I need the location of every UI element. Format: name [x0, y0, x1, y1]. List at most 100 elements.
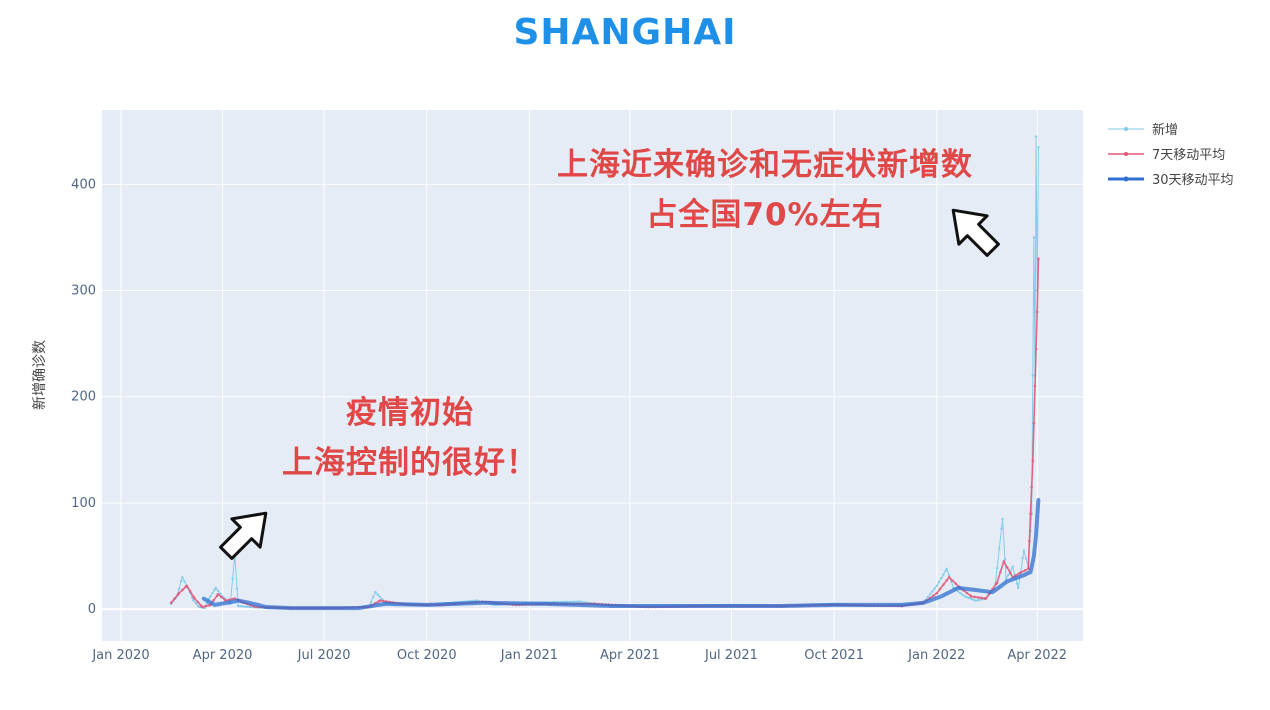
x-tick-label: Jan 2022	[907, 648, 965, 663]
series-point-0	[237, 604, 240, 608]
series-point-2	[811, 603, 815, 608]
y-tick-label: 300	[71, 284, 96, 299]
series-point-2	[574, 603, 579, 607]
legend-item-7day[interactable]: 7天移动平均	[1108, 141, 1234, 166]
series-point-1	[204, 604, 208, 608]
series-point-1	[177, 591, 181, 595]
series-point-2	[900, 603, 904, 607]
series-point-0	[942, 573, 945, 576]
x-tick-label: Jan 2020	[91, 648, 149, 663]
series-point-2	[806, 603, 811, 608]
series-point-0	[1031, 374, 1035, 377]
series-point-2	[538, 602, 543, 606]
series-point-2	[689, 604, 694, 608]
series-point-2	[273, 605, 277, 610]
annotation-top-right-line1: 上海近来确诊和无症状新增数	[557, 147, 973, 183]
series-point-1	[999, 570, 1002, 574]
series-point-1	[976, 596, 980, 599]
series-point-2	[256, 603, 261, 607]
series-point-2	[658, 604, 662, 608]
series-point-1	[188, 589, 192, 593]
series-point-1	[1002, 560, 1006, 563]
series-point-0	[209, 595, 212, 598]
series-point-2	[700, 604, 705, 608]
series-point-0	[976, 599, 980, 602]
series-point-2	[649, 604, 653, 608]
series-point-1	[951, 579, 954, 582]
series-point-0	[1022, 549, 1025, 552]
series-point-2	[433, 602, 438, 607]
series-point-2	[406, 602, 410, 607]
series-point-2	[288, 606, 293, 610]
series-point-2	[859, 603, 863, 607]
series-point-2	[890, 603, 894, 607]
series-point-0	[1021, 557, 1024, 560]
series-point-2	[311, 606, 315, 610]
series-point-2	[503, 601, 507, 605]
series-point-2	[260, 604, 265, 608]
series-point-2	[793, 603, 797, 608]
series-point-2	[815, 603, 820, 607]
series-point-2	[425, 603, 429, 607]
series-point-2	[935, 596, 939, 600]
series-point-1	[965, 591, 969, 595]
series-point-1	[220, 595, 223, 599]
legend-item-30day[interactable]: 30天移动平均	[1108, 166, 1234, 191]
series-point-2	[987, 589, 992, 594]
series-point-1	[201, 605, 204, 609]
series-point-1	[1033, 384, 1037, 388]
series-point-2	[863, 603, 868, 607]
series-point-1	[938, 587, 942, 591]
series-point-1	[1005, 566, 1009, 569]
series-point-2	[969, 587, 974, 592]
series-point-2	[845, 603, 850, 607]
series-point-2	[605, 604, 610, 608]
series-point-2	[995, 587, 999, 591]
legend-item-daily[interactable]: 新增	[1108, 116, 1234, 141]
series-point-2	[622, 604, 627, 608]
y-tick-label: 100	[71, 496, 96, 511]
series-point-2	[379, 602, 383, 607]
series-point-2	[836, 603, 841, 607]
series-point-2	[221, 601, 226, 606]
series-point-2	[909, 602, 913, 606]
series-point-0	[965, 596, 969, 599]
series-point-2	[613, 604, 618, 608]
series-point-2	[465, 601, 469, 606]
series-point-0	[374, 590, 377, 594]
series-point-2	[543, 602, 547, 606]
series-point-2	[480, 601, 485, 605]
series-point-1	[942, 583, 945, 586]
series-point-0	[214, 586, 217, 590]
series-point-2	[346, 606, 351, 610]
series-point-2	[315, 606, 320, 610]
series-point-2	[904, 602, 909, 607]
series-point-0	[211, 591, 214, 595]
x-tick-label: Jul 2020	[297, 648, 351, 663]
series-point-2	[469, 601, 474, 605]
series-point-0	[935, 584, 938, 587]
series-point-2	[758, 604, 763, 608]
series-point-0	[940, 577, 943, 580]
series-point-0	[378, 595, 382, 599]
y-tick-label: 0	[88, 602, 96, 617]
series-point-2	[990, 590, 995, 594]
series-point-2	[1018, 574, 1023, 579]
series-point-2	[723, 604, 727, 608]
series-point-2	[370, 604, 374, 608]
series-point-0	[945, 567, 948, 570]
series-point-2	[410, 602, 415, 607]
series-point-2	[247, 601, 252, 605]
series-point-2	[516, 601, 521, 606]
series-point-0	[245, 605, 249, 608]
series-point-2	[217, 602, 221, 606]
series-point-2	[676, 604, 680, 608]
series-point-2	[779, 604, 784, 608]
legend-swatch-30day	[1108, 176, 1144, 181]
series-point-2	[776, 604, 781, 608]
series-point-0	[974, 599, 978, 602]
series-point-2	[561, 602, 565, 607]
annotation-top-right-line2: 占全国70%左右	[646, 197, 884, 233]
series-point-2	[365, 604, 370, 609]
series-point-2	[999, 583, 1004, 588]
